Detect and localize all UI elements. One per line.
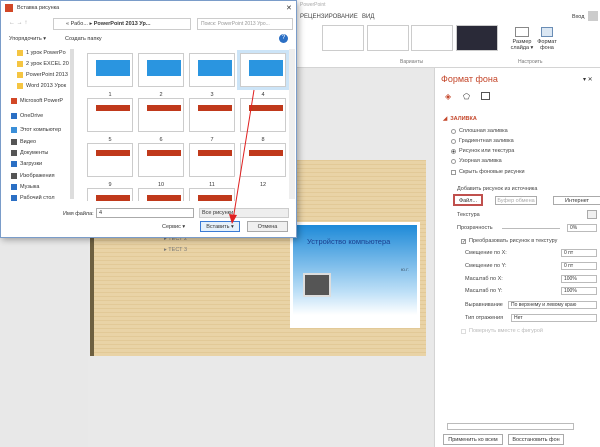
- annotation-arrow: [229, 89, 255, 224]
